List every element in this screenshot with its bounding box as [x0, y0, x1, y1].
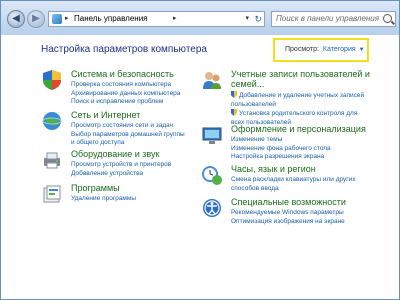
link-optimize-display[interactable]: Оптимизация изображения на экране — [231, 218, 345, 227]
hardware-sound-icon — [44, 152, 60, 169]
system-security-icon — [43, 70, 61, 90]
category-title[interactable]: Специальные возможности — [231, 197, 346, 207]
appearance-icon — [202, 127, 222, 144]
link-desktop-background[interactable]: Изменение фона рабочего стола — [231, 145, 331, 154]
refresh-icon[interactable]: ↻ — [254, 12, 262, 26]
category-title[interactable]: Программы — [71, 183, 120, 193]
search-icon[interactable] — [383, 14, 392, 23]
user-accounts-icon — [203, 72, 221, 89]
category-title[interactable]: Сеть и Интернет — [71, 110, 140, 120]
link-change-keyboard[interactable]: Смена раскладки клавиатуры или других — [231, 176, 356, 185]
uac-shield-icon — [231, 109, 237, 116]
category-title[interactable]: Часы, язык и регион — [231, 164, 316, 174]
link-uninstall-program[interactable]: Удаление программы — [71, 195, 136, 204]
accessibility-icon — [203, 199, 221, 217]
control-panel-icon — [52, 14, 62, 24]
search-input[interactable]: Поиск в панели управления — [271, 11, 396, 27]
link-homegroup[interactable]: Выбор параметров домашней группы — [71, 131, 185, 140]
link-check-status[interactable]: Проверка состояния компьютера — [71, 81, 180, 90]
view-by-dropdown[interactable]: Категория — [323, 46, 356, 53]
address-dropdown-icon[interactable]: ▾ — [245, 12, 249, 26]
view-by-box: Просмотр: Категория ▼ — [273, 38, 369, 62]
breadcrumb-control-panel[interactable]: Панель управления — [74, 12, 148, 26]
breadcrumb-arrow-icon[interactable]: ▸ — [65, 12, 69, 26]
page-title: Настройка параметров компьютера — [41, 44, 207, 55]
uac-shield-icon — [231, 91, 237, 98]
category-title[interactable]: Учетные записи пользователей и — [231, 69, 370, 79]
link-devices-printers[interactable]: Просмотр устройств и принтеров — [71, 161, 171, 170]
category-title-continued[interactable]: семей... — [231, 79, 264, 89]
link-screen-resolution[interactable]: Настройка разрешения экрана — [231, 153, 331, 162]
link-change-theme[interactable]: Изменение темы — [231, 136, 331, 145]
forward-button[interactable]: ▶ — [27, 10, 45, 28]
category-title[interactable]: Система и безопасность — [71, 69, 174, 79]
link-add-remove-accounts-2[interactable]: пользователей — [231, 101, 364, 110]
link-backup[interactable]: Архивирование данных компьютера — [71, 90, 180, 99]
title-bar: ◀ ▶ ▸ Панель управления ▸ ▾ ↻ Поиск в па… — [1, 1, 399, 35]
link-parental-controls[interactable]: Установка родительского контроля для — [231, 109, 364, 119]
main-content: Настройка параметров компьютера Просмотр… — [1, 35, 399, 299]
link-homegroup-sharing[interactable]: и общего доступа — [71, 139, 185, 148]
view-by-label: Просмотр: — [285, 46, 319, 53]
link-recommended-settings[interactable]: Рекомендуемые Windows параметры — [231, 209, 345, 218]
back-button[interactable]: ◀ — [7, 10, 25, 28]
clock-language-icon — [202, 166, 222, 185]
chevron-down-icon[interactable]: ▼ — [359, 47, 365, 53]
link-add-device[interactable]: Добавление устройства — [71, 170, 171, 179]
programs-icon — [43, 185, 61, 203]
link-network-status[interactable]: Просмотр состояния сети и задач — [71, 122, 185, 131]
link-change-keyboard-2[interactable]: способов ввода — [231, 185, 356, 194]
network-icon — [42, 112, 62, 130]
category-title[interactable]: Оборудование и звук — [71, 149, 159, 159]
address-bar[interactable]: ▸ Панель управления ▸ ▾ ↻ — [48, 11, 265, 27]
link-troubleshoot[interactable]: Поиск и исправление проблем — [71, 98, 180, 107]
control-panel-window: ◀ ▶ ▸ Панель управления ▸ ▾ ↻ Поиск в па… — [0, 0, 400, 300]
category-title[interactable]: Оформление и персонализация — [231, 124, 366, 134]
breadcrumb-arrow-icon[interactable]: ▸ — [173, 12, 177, 26]
link-add-remove-accounts[interactable]: Добавление и удаление учетных записей — [231, 91, 364, 101]
search-placeholder: Поиск в панели управления — [276, 14, 380, 23]
